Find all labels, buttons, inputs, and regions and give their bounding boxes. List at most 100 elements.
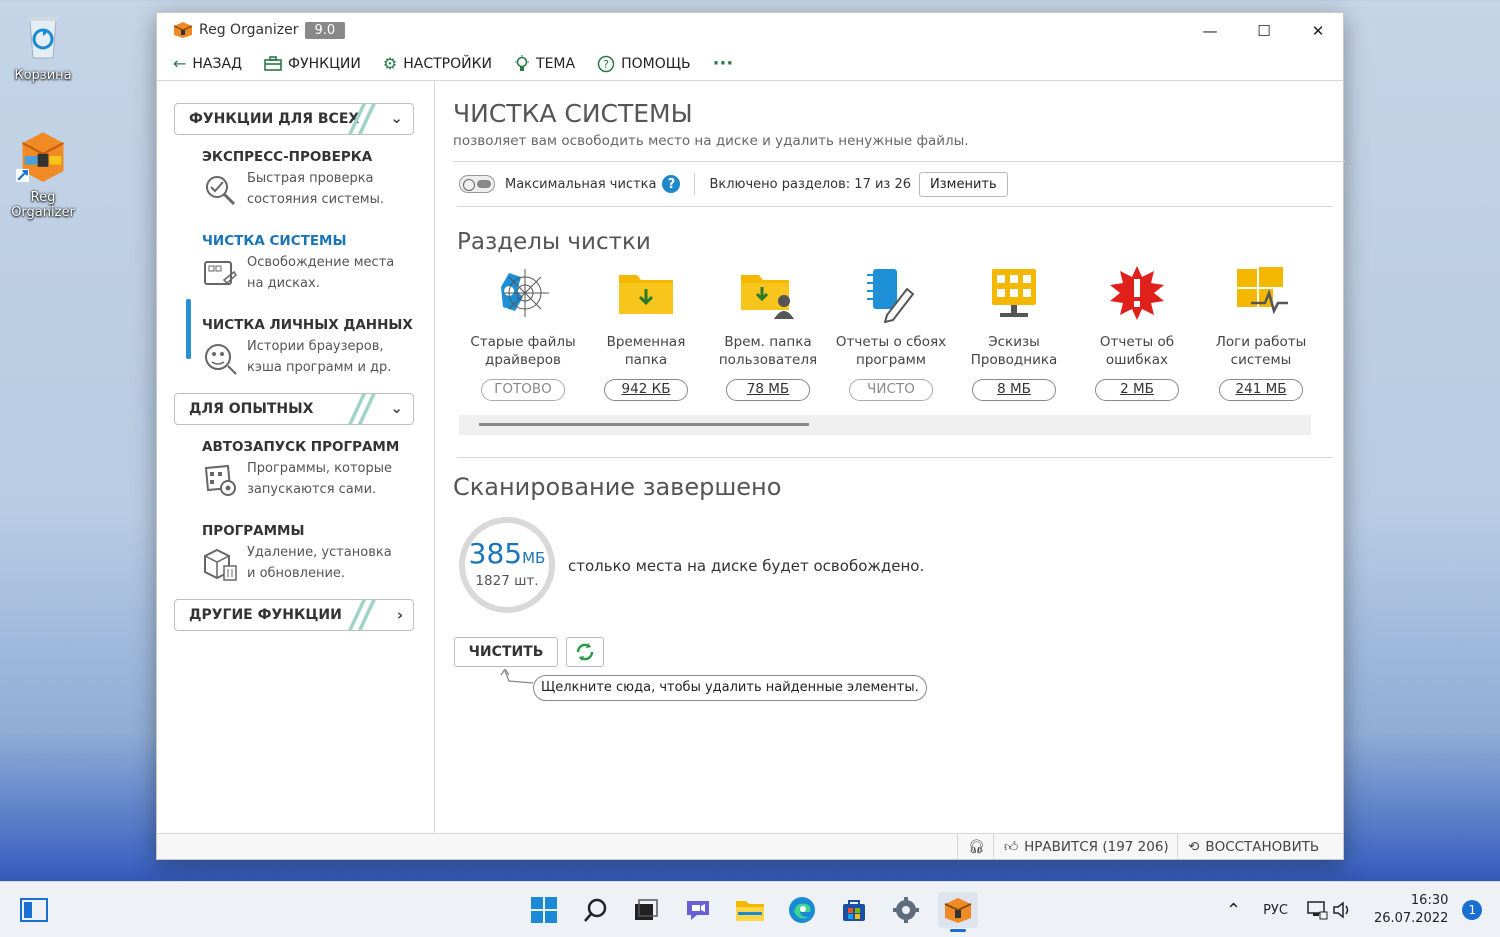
tile-explorer-thumbnails[interactable]: Эскизы Проводника 8 МБ <box>954 263 1074 401</box>
desktop-recycle-bin[interactable]: Корзина <box>3 10 83 83</box>
tile-value-link[interactable]: 241 МБ <box>1219 379 1303 401</box>
clock[interactable]: 16:30 26.07.2022 <box>1374 892 1448 928</box>
desktop-shortcut-label-2: Organizer <box>11 205 75 220</box>
widgets-button[interactable] <box>14 892 54 928</box>
store-icon <box>843 900 865 921</box>
active-indicator <box>186 299 191 359</box>
chevron-right-icon: › <box>396 606 403 624</box>
tile-old-driver-files[interactable]: Старые файлы драйверов ГОТОВО <box>463 263 583 401</box>
desktop-reg-organizer-shortcut[interactable]: Reg Organizer <box>3 128 83 220</box>
widgets-icon <box>20 898 48 922</box>
reg-organizer-taskbar-button[interactable] <box>938 892 978 932</box>
maximize-button[interactable]: ☐ <box>1237 13 1291 49</box>
chat-button[interactable] <box>678 892 718 928</box>
file-explorer-button[interactable] <box>730 892 770 928</box>
chevron-down-icon: ⌄ <box>390 399 403 417</box>
search-button[interactable] <box>576 892 616 928</box>
menu-functions[interactable]: ФУНКЦИИ <box>264 56 361 72</box>
tile-temp-folder[interactable]: Временная папка 942 КБ <box>586 263 706 401</box>
tile-value: ГОТОВО <box>481 379 565 401</box>
title-bar[interactable]: Reg Organizer 9.0 — ☐ ✕ <box>157 13 1343 51</box>
sidebar-item-desc: и обновление. <box>247 566 346 581</box>
tile-value-link[interactable]: 78 МБ <box>726 379 810 401</box>
support-button[interactable]: 🎧︎ <box>957 834 995 859</box>
menu-settings[interactable]: ⚙ НАСТРОЙКИ <box>383 54 492 73</box>
minimize-button[interactable]: — <box>1183 13 1237 49</box>
tiles-scrollbar[interactable] <box>459 415 1311 435</box>
status-bar: 🎧︎ 👍︎ НРАВИТСЯ (197 206) ⟲ ВОССТАНОВИТЬ <box>157 833 1343 859</box>
chevron-down-icon: ⌄ <box>390 109 403 127</box>
start-button[interactable] <box>524 892 564 928</box>
tile-label: Временная <box>606 334 686 350</box>
menu-back[interactable]: ← НАЗАД <box>173 54 242 73</box>
sidebar-item-programs[interactable]: ПРОГРАММЫ Удаление, установка и обновлен… <box>202 523 422 584</box>
menu-bar: ← НАЗАД ФУНКЦИИ ⚙ НАСТРОЙКИ ТЕМА ? ПОМОЩЬ … <box>173 53 733 74</box>
menu-theme-label: ТЕМА <box>536 55 576 72</box>
sidebar-item-system-cleanup[interactable]: ЧИСТКА СИСТЕМЫ Освобождение места на дис… <box>202 233 422 294</box>
sidebar-item-startup[interactable]: АВТОЗАПУСК ПРОГРАММ Программы, которые з… <box>202 439 422 500</box>
settings-button[interactable] <box>886 892 926 928</box>
rescan-button[interactable] <box>566 637 604 667</box>
restore-button[interactable]: ⟲ ВОССТАНОВИТЬ <box>1177 834 1329 859</box>
sidebar: ФУНКЦИИ ДЛЯ ВСЕХ ⌄ ЭКСПРЕСС-ПРОВЕРКА Быс… <box>157 81 435 835</box>
sidebar-item-desc: состояния системы. <box>247 192 385 207</box>
result-size-value: 385 <box>468 537 523 570</box>
max-clean-toggle[interactable] <box>459 175 495 193</box>
section-all-label: ФУНКЦИИ ДЛЯ ВСЕХ <box>189 111 360 127</box>
section-decoration <box>343 394 377 424</box>
task-view-button[interactable] <box>626 892 666 928</box>
result-size-unit: МБ <box>522 549 546 567</box>
settings-gear-icon <box>893 897 919 923</box>
tile-crash-reports[interactable]: Отчеты о сбоях программ ЧИСТО <box>831 263 951 401</box>
help-question-icon[interactable]: ? <box>662 175 681 193</box>
tile-system-logs[interactable]: Логи работы системы 241 МБ <box>1201 263 1321 401</box>
volume-icon[interactable] <box>1332 900 1352 920</box>
sidebar-item-express-check[interactable]: ЭКСПРЕСС-ПРОВЕРКА Быстрая проверка состо… <box>202 149 422 210</box>
help-circle-icon: ? <box>597 55 615 72</box>
options-row: Максимальная чистка ? Включено разделов:… <box>459 171 1008 197</box>
chevron-up-icon[interactable]: ⌃ <box>1226 900 1241 921</box>
menu-settings-label: НАСТРОЙКИ <box>403 55 493 72</box>
tile-value-link[interactable]: 8 МБ <box>972 379 1056 401</box>
tile-user-temp-folder[interactable]: Врем. папка пользователя 78 МБ <box>708 263 828 401</box>
thumbs-up-icon: 👍︎ <box>1004 839 1019 855</box>
tile-value-link[interactable]: 2 МБ <box>1095 379 1179 401</box>
network-icon[interactable] <box>1306 900 1328 920</box>
sidebar-item-desc: на дисках. <box>247 276 320 291</box>
language-indicator[interactable]: РУС <box>1263 903 1288 918</box>
menu-theme[interactable]: ТЕМА <box>514 54 576 73</box>
result-ring: 385МБ 1827 шт. <box>459 517 555 613</box>
tile-value-link[interactable]: 942 КБ <box>604 379 688 401</box>
toolbox-icon <box>264 55 282 71</box>
section-decoration <box>343 600 377 630</box>
section-all-dropdown[interactable]: ФУНКЦИИ ДЛЯ ВСЕХ ⌄ <box>174 103 414 135</box>
menu-functions-label: ФУНКЦИИ <box>288 55 361 72</box>
sidebar-item-desc: запускаются сами. <box>247 482 377 497</box>
menu-back-label: НАЗАД <box>192 55 243 72</box>
edge-button[interactable] <box>782 892 822 928</box>
menu-more[interactable]: ··· <box>713 53 734 74</box>
close-button[interactable]: ✕ <box>1291 13 1345 49</box>
reg-organizer-app-icon <box>16 132 64 182</box>
tile-error-reports[interactable]: Отчеты об ошибках 2 МБ <box>1077 263 1197 401</box>
programs-box-icon <box>204 548 237 581</box>
like-button[interactable]: 👍︎ НРАВИТСЯ (197 206) <box>993 834 1179 859</box>
gear-icon: ⚙ <box>382 54 398 73</box>
menu-help[interactable]: ? ПОМОЩЬ <box>597 55 691 73</box>
section-other-button[interactable]: ДРУГИЕ ФУНКЦИИ › <box>174 599 414 631</box>
app-name: Reg Organizer <box>199 22 299 38</box>
notification-badge[interactable]: 1 <box>1462 900 1483 920</box>
divider <box>457 206 1333 207</box>
clock-time: 16:30 <box>1410 893 1449 908</box>
store-button[interactable] <box>834 892 874 928</box>
scrollbar-thumb[interactable] <box>479 423 809 426</box>
section-advanced-dropdown[interactable]: ДЛЯ ОПЫТНЫХ ⌄ <box>174 393 414 425</box>
sidebar-item-privacy-cleanup[interactable]: ЧИСТКА ЛИЧНЫХ ДАННЫХ Истории браузеров, … <box>202 317 422 378</box>
disk-cleanup-icon <box>204 261 237 285</box>
lightbulb-icon <box>515 54 530 71</box>
sidebar-item-title: ПРОГРАММЫ <box>202 523 305 539</box>
magnifier-check-icon <box>206 176 236 206</box>
clean-button[interactable]: ЧИСТИТЬ <box>454 637 558 667</box>
likes-label: НРАВИТСЯ (197 206) <box>1024 838 1169 855</box>
change-button[interactable]: Изменить <box>919 171 1008 197</box>
